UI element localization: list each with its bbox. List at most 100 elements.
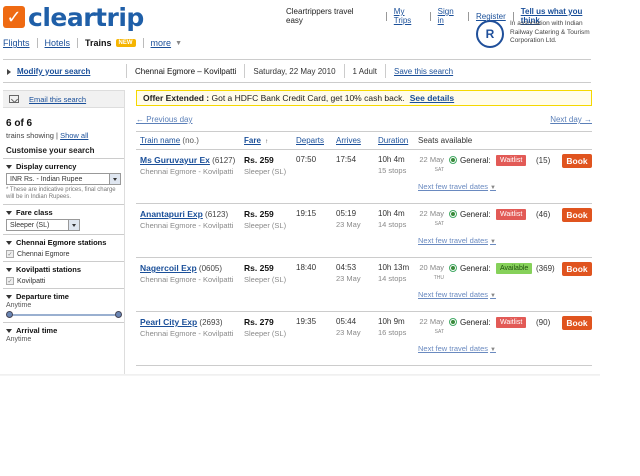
radio-selected-icon[interactable] xyxy=(449,210,457,218)
email-search[interactable]: Email this search xyxy=(3,90,124,108)
modify-search-link[interactable]: Modify your search xyxy=(17,67,90,76)
next-dates-link[interactable]: Next few travel dates ▼ xyxy=(418,236,496,245)
train-name-link[interactable]: Pearl City Exp xyxy=(140,317,197,327)
col-arrives[interactable]: Arrives xyxy=(332,131,374,150)
train-name-header[interactable]: Train name xyxy=(140,136,180,145)
departs-cell: 18:40 xyxy=(292,257,332,312)
main-nav: Flights Hotels Trains NEW more ▼ xyxy=(3,38,182,48)
result-count-sub: trains showing | Show all xyxy=(6,131,89,140)
col-duration[interactable]: Duration xyxy=(374,131,414,150)
duration-value: 10h 9m xyxy=(378,317,405,326)
departure-time-header[interactable]: Departure time xyxy=(6,292,121,301)
page: ✓ cleartrip Cleartrippers travel easy My… xyxy=(0,0,600,376)
checkbox[interactable]: ✓ xyxy=(6,250,14,258)
radio-selected-icon[interactable] xyxy=(449,318,457,326)
book-button[interactable]: Book xyxy=(562,316,592,330)
fare-class-filter-header[interactable]: Fare class xyxy=(6,208,121,217)
fare-header[interactable]: Fare xyxy=(244,136,261,145)
customise-heading: Customise your search xyxy=(6,146,95,155)
radio-selected-icon[interactable] xyxy=(449,156,457,164)
train-cell: Anantapuri Exp (6123) Chennai Egmore - K… xyxy=(136,203,240,258)
book-button[interactable]: Book xyxy=(562,262,592,276)
arrival-time-header[interactable]: Arrival time xyxy=(6,326,121,335)
seats-cell: 22 May SAT General: Waitlist (46) Book N… xyxy=(414,203,592,258)
slider-track[interactable] xyxy=(9,314,119,316)
col-fare[interactable]: Fare ↑ xyxy=(240,131,292,150)
nav-flights[interactable]: Flights xyxy=(3,38,30,48)
slider-handle-min[interactable] xyxy=(6,311,13,318)
sort-up-icon: ↑ xyxy=(265,139,269,145)
train-number: (6123) xyxy=(205,210,229,219)
next-dates-link[interactable]: Next few travel dates ▼ xyxy=(418,290,496,299)
arrives-header[interactable]: Arrives xyxy=(336,136,361,145)
currency-filter: Display currency INR Rs. - Indian Rupee … xyxy=(3,158,124,201)
from-station-title: Chennai Egmore stations xyxy=(16,238,107,247)
show-all-link[interactable]: Show all xyxy=(60,131,88,140)
fare-class-select[interactable]: Sleeper (SL) xyxy=(6,219,80,231)
to-station-label: Kovilpatti xyxy=(17,277,46,285)
duration-cell: 10h 13m 14 stops xyxy=(374,257,414,312)
sign-in-link[interactable]: Sign in xyxy=(438,7,461,25)
logo-text: cleartrip xyxy=(28,2,144,32)
modify-search[interactable]: Modify your search xyxy=(3,67,126,76)
stops-count: 14 stops xyxy=(378,220,407,229)
promo-lead: Offer Extended : xyxy=(143,93,210,103)
arrival-time-title: Arrival time xyxy=(16,326,58,335)
currency-filter-header[interactable]: Display currency xyxy=(6,162,121,171)
fare-cell: Rs. 259 Sleeper (SL) xyxy=(240,257,292,312)
to-station-option[interactable]: ✓ Kovilpatti xyxy=(6,277,121,285)
currency-select[interactable]: INR Rs. - Indian Rupee xyxy=(6,173,121,185)
next-day-link[interactable]: Next day → xyxy=(550,115,592,125)
my-trips-link[interactable]: My Trips xyxy=(394,7,423,25)
triangle-down-icon xyxy=(6,294,12,299)
from-station-header[interactable]: Chennai Egmore stations xyxy=(6,238,121,247)
fare-value: Rs. 259 xyxy=(244,263,274,273)
nav-hotels[interactable]: Hotels xyxy=(45,38,71,48)
seat-date: 22 May SAT xyxy=(418,317,444,337)
from-station-option[interactable]: ✓ Chennai Egmore xyxy=(6,250,121,258)
divider xyxy=(77,38,79,48)
currency-filter-title: Display currency xyxy=(16,162,77,171)
dropdown-arrow-icon[interactable] xyxy=(68,220,79,230)
chevron-down-icon[interactable]: ▼ xyxy=(175,40,182,47)
departure-time: 18:40 xyxy=(296,263,317,272)
train-name-link[interactable]: Nagercoil Exp xyxy=(140,263,197,273)
checkbox[interactable]: ✓ xyxy=(6,277,14,285)
seat-status-badge: Waitlist xyxy=(496,317,527,328)
to-station-header[interactable]: Kovilpatti stations xyxy=(6,265,121,274)
cleartrip-logo[interactable]: ✓ cleartrip xyxy=(3,2,144,32)
arrival-date: 23 May xyxy=(336,328,361,337)
fare-cell: Rs. 259 Sleeper (SL) xyxy=(240,203,292,258)
dropdown-arrow-icon[interactable] xyxy=(109,174,120,184)
book-button[interactable]: Book xyxy=(562,154,592,168)
departure-time-title: Departure time xyxy=(16,292,69,301)
train-route: Chennai Egmore - Kovilpatti xyxy=(140,329,234,338)
col-departs[interactable]: Departs xyxy=(292,131,332,150)
departure-time: 07:50 xyxy=(296,155,317,164)
triangle-down-icon xyxy=(6,240,12,245)
seat-class-label: General: xyxy=(460,264,491,273)
next-dates-link[interactable]: Next few travel dates ▼ xyxy=(418,182,496,191)
departure-slider[interactable] xyxy=(6,311,122,319)
book-button[interactable]: Book xyxy=(562,208,592,222)
previous-day-link[interactable]: ← Previous day xyxy=(136,115,192,125)
train-name-link[interactable]: Anantapuri Exp xyxy=(140,209,203,219)
see-details-link[interactable]: See details xyxy=(410,93,454,103)
save-search-link[interactable]: Save this search xyxy=(394,67,453,76)
nav-more[interactable]: more xyxy=(151,38,172,48)
arrival-range: Anytime xyxy=(6,336,32,343)
duration-header[interactable]: Duration xyxy=(378,136,408,145)
currency-note: * These are indicative prices, final cha… xyxy=(6,187,116,200)
arrives-cell: 04:53 23 May xyxy=(332,257,374,312)
departs-header[interactable]: Departs xyxy=(296,136,324,145)
radio-selected-icon[interactable] xyxy=(449,264,457,272)
duration-value: 10h 4m xyxy=(378,209,405,218)
to-station-filter: Kovilpatti stations ✓ Kovilpatti xyxy=(3,261,124,285)
next-dates-link[interactable]: Next few travel dates ▼ xyxy=(418,344,496,353)
train-name-link[interactable]: Ms Guruvayur Ex xyxy=(140,155,210,165)
email-search-link[interactable]: Email this search xyxy=(29,95,86,104)
col-train-name[interactable]: Train name (no.) xyxy=(136,131,240,150)
slider-handle-max[interactable] xyxy=(115,311,122,318)
nav-trains[interactable]: Trains xyxy=(85,38,112,48)
next-dates-text: Next few travel dates xyxy=(418,344,489,353)
